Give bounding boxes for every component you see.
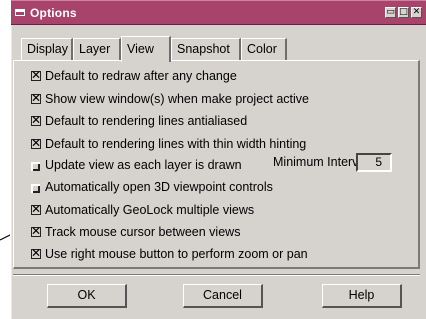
window-title: Options [30, 6, 77, 20]
options-dialog: Options ▭ □ ✕ Display Layer View Snapsho… [10, 0, 426, 319]
checkbox-checked[interactable]: ✕ [31, 113, 42, 127]
x-check-icon: ✕ [31, 136, 42, 150]
help-button[interactable]: Help [322, 284, 402, 308]
ok-button[interactable]: OK [47, 284, 127, 308]
tab-color[interactable]: Color [241, 38, 287, 61]
option-label: Default to redraw after any change [45, 69, 237, 83]
checkbox-unchecked[interactable] [31, 184, 40, 193]
x-check-icon: ✕ [31, 68, 42, 82]
checkbox-checked[interactable]: ✕ [31, 136, 42, 150]
x-check-icon: ✕ [31, 91, 42, 105]
tab-bar: Display Layer View Snapshot Color [13, 36, 413, 62]
option-label: Show view window(s) when make project ac… [45, 92, 309, 106]
checkbox-checked[interactable]: ✕ [31, 91, 42, 105]
maximize-button[interactable]: □ [398, 7, 409, 18]
checkbox-checked[interactable]: ✕ [31, 224, 42, 238]
minimize-button[interactable]: ▭ [385, 7, 396, 18]
checkbox-checked[interactable]: ✕ [31, 246, 42, 260]
checkbox-unchecked[interactable] [31, 162, 40, 171]
option-label: Update view as each layer is drawn [45, 158, 242, 172]
tab-view[interactable]: View [121, 36, 171, 62]
title-bar[interactable]: Options ▭ □ ✕ [11, 0, 426, 25]
minimum-interval-label: Minimum Interval [273, 155, 369, 169]
option-label: Automatically GeoLock multiple views [45, 203, 255, 217]
divider [13, 274, 420, 276]
option-label: Default to rendering lines with thin wid… [45, 137, 307, 151]
x-check-icon: ✕ [31, 246, 42, 260]
x-check-icon: ✕ [31, 113, 42, 127]
close-button[interactable]: ✕ [411, 7, 422, 18]
option-label: Use right mouse button to perform zoom o… [45, 247, 308, 261]
window-icon[interactable] [15, 9, 25, 16]
tab-display[interactable]: Display [21, 38, 73, 61]
checkbox-checked[interactable]: ✕ [31, 68, 42, 82]
option-label: Automatically open 3D viewpoint controls [45, 180, 273, 194]
tab-layer[interactable]: Layer [73, 38, 121, 61]
x-check-icon: ✕ [31, 224, 42, 238]
x-check-icon: ✕ [31, 202, 42, 216]
checkbox-checked[interactable]: ✕ [31, 202, 42, 216]
minimum-interval-input[interactable]: 5 [356, 153, 392, 172]
tab-snapshot[interactable]: Snapshot [171, 38, 241, 61]
option-label: Default to rendering lines antialiased [45, 114, 248, 128]
option-label: Track mouse cursor between views [45, 225, 241, 239]
cancel-button[interactable]: Cancel [183, 284, 263, 308]
